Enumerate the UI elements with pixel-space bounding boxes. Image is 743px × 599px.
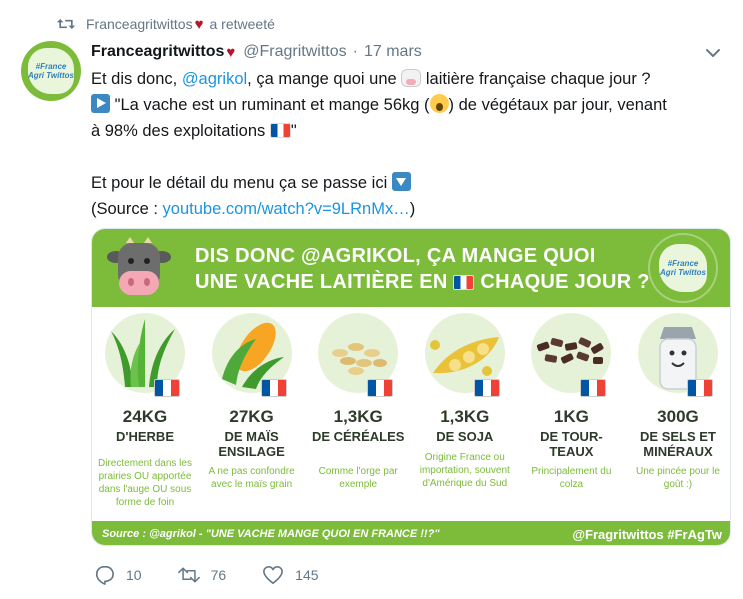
tweet-text-part: Et dis donc, [91, 70, 182, 88]
feed-description: Comme l'orge par exemple [318, 466, 398, 490]
feed-type: D'HERBE [116, 429, 174, 444]
tweet-text-part: (Source : [91, 200, 163, 218]
header-separator: · [352, 43, 358, 60]
retweet-icon [177, 567, 200, 583]
heart-emoji-icon: ♥ [194, 15, 204, 33]
infographic-source: Source : @agrikol - "UNE VACHE MANGE QUO… [102, 528, 440, 540]
source-link[interactable]: youtube.com/watch?v=9LRnMx… [163, 200, 410, 218]
logo-text: #France Agri Twittos [659, 244, 707, 292]
display-name[interactable]: Franceagritwittos [91, 43, 224, 61]
tweet-actions: 10 76 145 [93, 563, 355, 587]
feed-quantity: 1KG [553, 407, 589, 426]
retweet-icon [56, 19, 76, 29]
feed-item-mais: 27KG DE MAÏS ENSILAGE A ne pas confondre… [199, 309, 306, 521]
france-flag-icon [367, 379, 394, 397]
retweet-button[interactable]: 76 [177, 565, 227, 585]
mention-link[interactable]: @agrikol [182, 70, 247, 88]
feed-item-tourteaux: 1KG DE TOUR-TEAUX Principalement du colz… [518, 309, 625, 521]
infographic-footer: Source : @agrikol - "UNE VACHE MANGE QUO… [92, 521, 730, 545]
heart-icon [263, 566, 284, 584]
infographic-banner: DIS DONC @AGRIKOL, ÇA MANGE QUOI UNE VAC… [92, 229, 730, 307]
infographic-title-line: CHAQUE JOUR ? [474, 271, 650, 293]
france-flag-icon [686, 379, 713, 397]
feed-quantity: 1,3KG [440, 407, 490, 426]
user-handle[interactable]: @Fragritwittos [243, 43, 346, 61]
play-button-emoji-icon [91, 94, 110, 113]
france-agri-twittos-logo: #France Agri Twittos [648, 233, 718, 303]
france-flag-icon [260, 379, 287, 397]
france-flag-icon [453, 275, 475, 290]
feed-item-cereales: 1,3KG DE CÉRÉALES Comme l'orge par exemp… [305, 309, 412, 521]
feed-type: DE SOJA [436, 429, 494, 444]
feed-item-soja: 1,3KG DE SOJA Origine France ou importat… [412, 309, 519, 521]
tweet-text-part: Et pour le détail du menu ça se passe ic… [91, 174, 392, 192]
tweet-text-part: à 98% des exploitations [91, 122, 270, 140]
like-count: 145 [295, 567, 319, 583]
reply-count: 10 [126, 567, 142, 583]
cow-head-icon [107, 237, 171, 295]
feed-quantity: 1,3KG [333, 407, 383, 426]
feed-description: A ne pas confondre avec le maïs grain [208, 466, 295, 490]
tweet-header: Franceagritwittos ♥ @Fragritwittos · 17 … [91, 40, 422, 64]
media-image[interactable]: DIS DONC @AGRIKOL, ÇA MANGE QUOI UNE VAC… [91, 228, 731, 546]
cow-emoji-icon [401, 69, 422, 87]
reply-icon [95, 566, 114, 585]
like-button[interactable]: 145 [262, 565, 319, 585]
feed-type: DE SELS ET MINÉRAUX [640, 429, 716, 459]
feed-description: Origine France ou importation, souvent d… [419, 452, 510, 489]
infographic-hashtags: @Fragritwittos #FrAgTw [572, 526, 722, 542]
feed-type: DE CÉRÉALES [311, 429, 405, 444]
france-flag-icon [154, 379, 180, 397]
france-flag-icon [473, 379, 500, 397]
retweeter-name[interactable]: Franceagritwittos [86, 16, 193, 32]
feed-type: DE MAÏS ENSILAGE [218, 429, 285, 459]
retweet-context: Franceagritwittos ♥ a retweeté [56, 14, 275, 34]
scream-emoji-icon [429, 94, 449, 113]
retweet-count: 76 [210, 567, 227, 583]
feed-description: Principalement du colza [531, 466, 612, 490]
tweet-text-part: " [290, 122, 297, 140]
feed-description: Directement dans les prairies OU apporté… [98, 458, 192, 508]
feed-type: DE TOUR-TEAUX [540, 429, 603, 459]
feed-description: Une pincée pour le goût :) [635, 466, 720, 490]
feed-item-sels-mineraux: 300G DE SELS ET MINÉRAUX Une pincée pour… [625, 309, 730, 521]
tweet-text-part: laitière française chaque jour ? [421, 70, 651, 88]
infographic-title-line: DIS DONC @AGRIKOL, ÇA MANGE QUOI [195, 245, 596, 267]
infographic-title-line: UNE VACHE LAITIÈRE EN [195, 271, 454, 293]
france-flag-icon [269, 123, 291, 138]
heart-emoji-icon: ♥ [226, 43, 236, 61]
tweet-text-part: ) [409, 200, 416, 218]
tweet-text-part: "La vache est un ruminant et mange 56kg … [110, 96, 430, 114]
avatar-france-map: #France Agri Twittos [28, 48, 74, 94]
reply-button[interactable]: 10 [93, 565, 142, 585]
france-flag-icon [580, 379, 607, 397]
tweet-text: Et dis donc, @agrikol, ça mange quoi une… [91, 66, 731, 222]
feed-quantity: 27KG [229, 407, 274, 426]
retweet-action-label: a retweeté [209, 16, 275, 32]
feed-item-herbe: 24KG D'HERBE Directement dans les prairi… [92, 309, 199, 521]
tweet-text-part: ) de végétaux par jour, venant [448, 96, 667, 114]
tweet-text-part: , ça mange quoi une [247, 70, 402, 88]
infographic-title: DIS DONC @AGRIKOL, ÇA MANGE QUOI UNE VAC… [195, 243, 650, 295]
feed-quantity: 300G [657, 407, 699, 426]
avatar[interactable]: #France Agri Twittos [21, 41, 81, 101]
feed-quantity: 24KG [122, 407, 168, 426]
down-arrow-emoji-icon [391, 172, 411, 191]
tweet-date[interactable]: 17 mars [364, 43, 422, 61]
feed-items: 24KG D'HERBE Directement dans les prairi… [92, 309, 730, 521]
chevron-down-icon[interactable] [705, 45, 721, 61]
